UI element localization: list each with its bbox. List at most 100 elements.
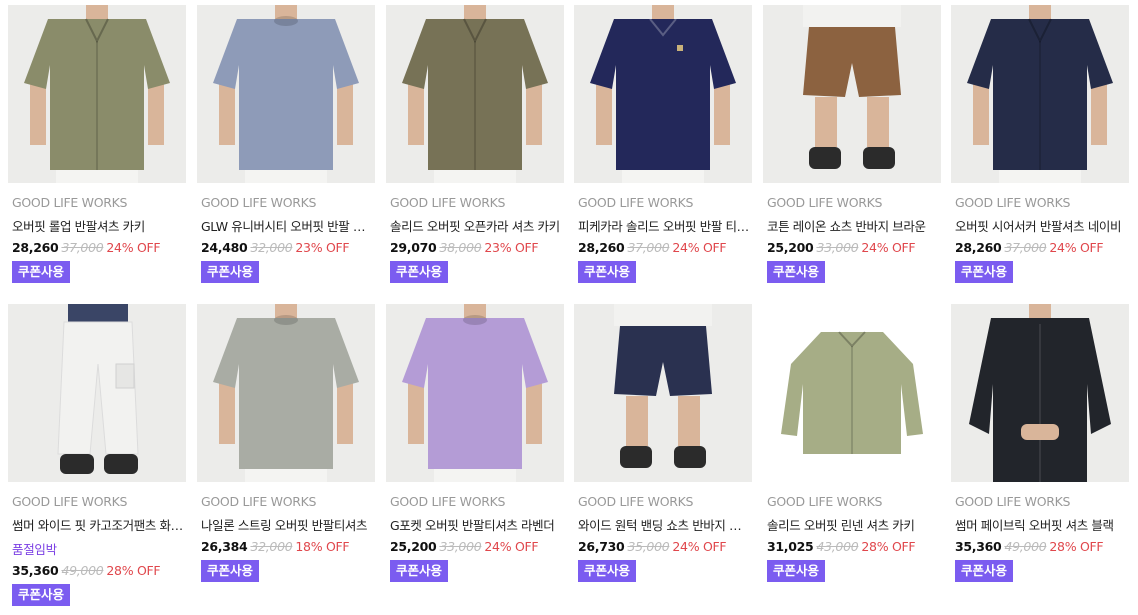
product-card[interactable]: GOOD LIFE WORKS 나일론 스트링 오버핏 반팔티셔츠 26,384 32…: [197, 304, 377, 582]
product-card[interactable]: GOOD LIFE WORKS 썸머 페이브릭 오버핏 셔츠 블랙 35,360 49…: [951, 304, 1131, 582]
discount-rate: 23% OFF: [484, 240, 539, 255]
original-price: 37,000: [61, 240, 104, 255]
original-price: 49,000: [1004, 539, 1047, 554]
coupon-button[interactable]: 쿠폰사용: [390, 261, 449, 283]
product-image[interactable]: [763, 304, 941, 482]
coupon-button[interactable]: 쿠폰사용: [390, 560, 449, 582]
sale-price: 31,025: [767, 539, 814, 554]
product-brand: GOOD LIFE WORKS: [955, 195, 1071, 210]
product-card[interactable]: GOOD LIFE WORKS 피케카라 솔리드 오버핏 반팔 티셔츠 28,260…: [574, 5, 754, 283]
product-title[interactable]: 오버핏 롤업 반팔셔츠 카키: [8, 216, 184, 235]
coupon-button[interactable]: 쿠폰사용: [12, 261, 71, 283]
product-card[interactable]: GOOD LIFE WORKS G포켓 오버핏 반팔티셔츠 라벤더 25,200 33…: [386, 304, 566, 582]
original-price: 37,000: [627, 240, 670, 255]
product-title[interactable]: 나일론 스트링 오버핏 반팔티셔츠: [197, 515, 373, 534]
coupon-button[interactable]: 쿠폰사용: [955, 261, 1014, 283]
sale-price: 26,730: [578, 539, 625, 554]
product-image[interactable]: [951, 304, 1129, 482]
coupon-button[interactable]: 쿠폰사용: [201, 560, 260, 582]
product-card[interactable]: GOOD LIFE WORKS 솔리드 오버핏 린넨 셔츠 카키 31,025 43,…: [763, 304, 943, 582]
coupon-button[interactable]: 쿠폰사용: [955, 560, 1014, 582]
product-title[interactable]: 썸머 와이드 핏 카고조거팬츠 화이트: [8, 515, 184, 534]
product-card[interactable]: GOOD LIFE WORKS GLW 유니버시티 오버핏 반팔 티셔츠 24,48…: [197, 5, 377, 283]
product-title[interactable]: 솔리드 오버핏 오픈카라 셔츠 카키: [386, 216, 562, 235]
product-image[interactable]: [951, 5, 1129, 183]
product-title[interactable]: 썸머 페이브릭 오버핏 셔츠 블랙: [951, 515, 1127, 534]
product-brand: GOOD LIFE WORKS: [578, 494, 694, 509]
product-title[interactable]: GLW 유니버시티 오버핏 반팔 티셔츠: [197, 216, 373, 235]
product-title[interactable]: 오버핏 시어서커 반팔셔츠 네이비: [951, 216, 1127, 235]
product-brand: GOOD LIFE WORKS: [201, 195, 317, 210]
product-image[interactable]: [197, 5, 375, 183]
original-price: 43,000: [816, 539, 859, 554]
coupon-button[interactable]: 쿠폰사용: [767, 560, 826, 582]
product-title[interactable]: 피케카라 솔리드 오버핏 반팔 티셔츠: [574, 216, 750, 235]
product-image[interactable]: [574, 5, 752, 183]
sale-price: 25,200: [390, 539, 437, 554]
coupon-button[interactable]: 쿠폰사용: [201, 261, 260, 283]
sale-price: 35,360: [12, 563, 59, 578]
product-card[interactable]: GOOD LIFE WORKS 코튼 레이온 쇼츠 반바지 브라운 25,200 33…: [763, 5, 943, 283]
coupon-button[interactable]: 쿠폰사용: [12, 584, 71, 606]
price-row: 26,384 32,000 18% OFF: [197, 539, 377, 554]
discount-rate: 24% OFF: [1049, 240, 1104, 255]
product-image[interactable]: [197, 304, 375, 482]
product-title[interactable]: G포켓 오버핏 반팔티셔츠 라벤더: [386, 515, 562, 534]
price-row: 28,260 37,000 24% OFF: [574, 240, 754, 255]
product-grid: GOOD LIFE WORKS 오버핏 롤업 반팔셔츠 카키 28,260 37,00…: [0, 0, 1138, 615]
sale-price: 25,200: [767, 240, 814, 255]
coupon-button[interactable]: 쿠폰사용: [767, 261, 826, 283]
product-image[interactable]: [763, 5, 941, 183]
product-image[interactable]: [8, 304, 186, 482]
sale-price: 28,260: [955, 240, 1002, 255]
discount-rate: 18% OFF: [295, 539, 350, 554]
product-brand: GOOD LIFE WORKS: [955, 494, 1071, 509]
original-price: 37,000: [1004, 240, 1047, 255]
product-title[interactable]: 솔리드 오버핏 린넨 셔츠 카키: [763, 515, 939, 534]
sale-price: 24,480: [201, 240, 248, 255]
product-brand: GOOD LIFE WORKS: [201, 494, 317, 509]
original-price: 38,000: [439, 240, 482, 255]
product-brand: GOOD LIFE WORKS: [767, 195, 883, 210]
original-price: 35,000: [627, 539, 670, 554]
product-card[interactable]: GOOD LIFE WORKS 썸머 와이드 핏 카고조거팬츠 화이트품절임박 35…: [8, 304, 188, 606]
discount-rate: 24% OFF: [861, 240, 916, 255]
discount-rate: 24% OFF: [106, 240, 161, 255]
original-price: 49,000: [61, 563, 104, 578]
product-brand: GOOD LIFE WORKS: [578, 195, 694, 210]
product-image[interactable]: [386, 5, 564, 183]
original-price: 32,000: [250, 240, 293, 255]
sale-price: 29,070: [390, 240, 437, 255]
product-card[interactable]: GOOD LIFE WORKS 오버핏 시어서커 반팔셔츠 네이비 28,260 37…: [951, 5, 1131, 283]
discount-rate: 28% OFF: [106, 563, 161, 578]
product-image[interactable]: [574, 304, 752, 482]
price-row: 29,070 38,000 23% OFF: [386, 240, 566, 255]
product-card[interactable]: GOOD LIFE WORKS 솔리드 오버핏 오픈카라 셔츠 카키 29,070 3…: [386, 5, 566, 283]
product-title[interactable]: 와이드 원턱 밴딩 쇼츠 반바지 네이비: [574, 515, 750, 534]
discount-rate: 28% OFF: [861, 539, 916, 554]
product-brand: GOOD LIFE WORKS: [12, 195, 128, 210]
discount-rate: 23% OFF: [295, 240, 350, 255]
product-brand: GOOD LIFE WORKS: [12, 494, 128, 509]
original-price: 33,000: [816, 240, 859, 255]
price-row: 25,200 33,000 24% OFF: [763, 240, 943, 255]
coupon-button[interactable]: 쿠폰사용: [578, 560, 637, 582]
soldout-badge: 품절임박: [12, 542, 57, 557]
discount-rate: 24% OFF: [672, 240, 727, 255]
product-image[interactable]: [386, 304, 564, 482]
price-row: 26,730 35,000 24% OFF: [574, 539, 754, 554]
product-brand: GOOD LIFE WORKS: [390, 195, 506, 210]
discount-rate: 24% OFF: [672, 539, 727, 554]
original-price: 33,000: [439, 539, 482, 554]
sale-price: 35,360: [955, 539, 1002, 554]
sale-price: 26,384: [201, 539, 248, 554]
product-image[interactable]: [8, 5, 186, 183]
price-row: 28,260 37,000 24% OFF: [8, 240, 188, 255]
coupon-button[interactable]: 쿠폰사용: [578, 261, 637, 283]
sale-price: 28,260: [578, 240, 625, 255]
product-card[interactable]: GOOD LIFE WORKS 와이드 원턱 밴딩 쇼츠 반바지 네이비 26,73…: [574, 304, 754, 582]
price-row: 35,360 49,000 28% OFF: [8, 563, 188, 578]
product-title[interactable]: 코튼 레이온 쇼츠 반바지 브라운: [763, 216, 939, 235]
product-card[interactable]: GOOD LIFE WORKS 오버핏 롤업 반팔셔츠 카키 28,260 37,00…: [8, 5, 188, 283]
price-row: 35,360 49,000 28% OFF: [951, 539, 1131, 554]
